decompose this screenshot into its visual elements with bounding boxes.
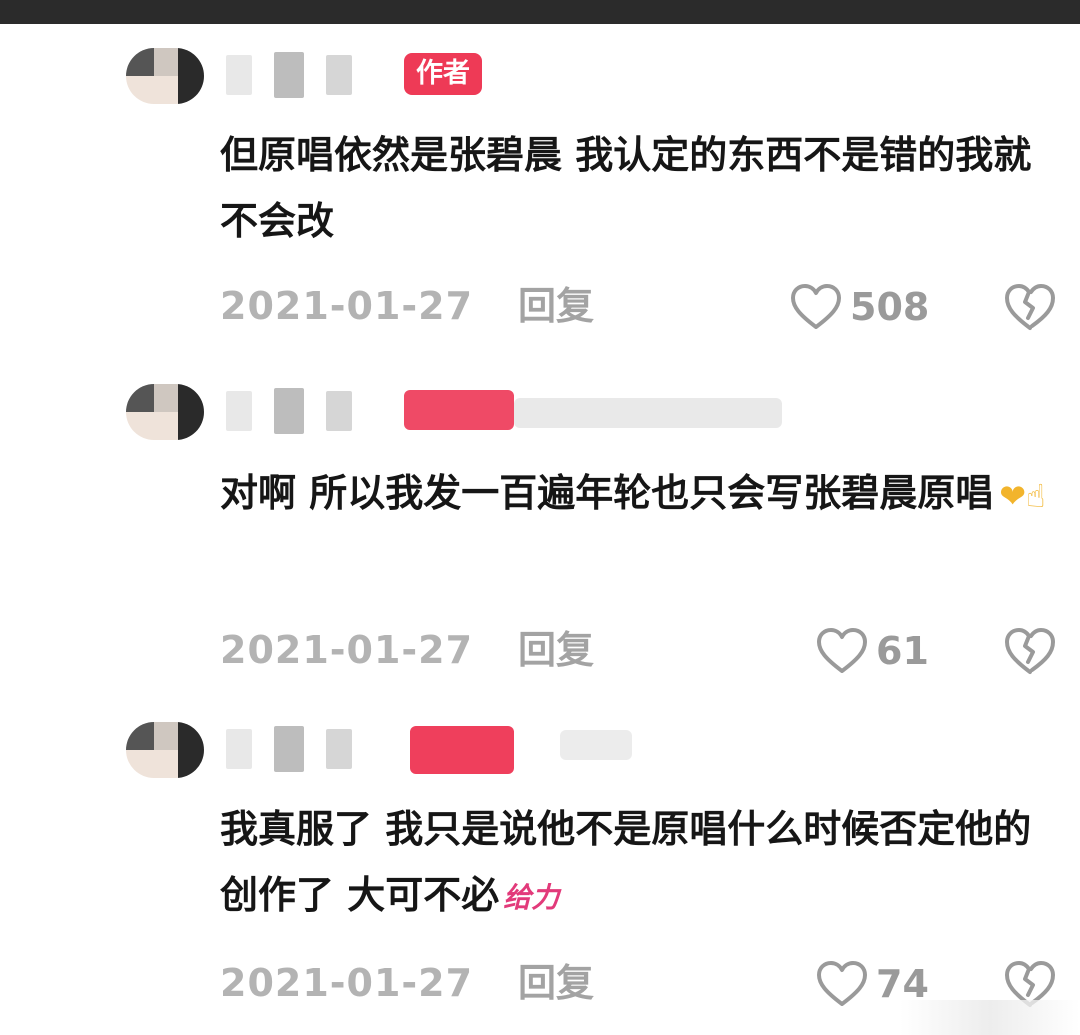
comment-text: 但原唱依然是张碧晨 我认定的东西不是错的我就不会改: [220, 133, 1032, 243]
watermark: [900, 1000, 1080, 1035]
broken-heart-icon[interactable]: [1004, 282, 1056, 332]
like-count: 508: [850, 285, 930, 329]
reply-button[interactable]: 回复: [518, 278, 594, 334]
heart-outline-icon: [817, 961, 867, 1006]
reply-button[interactable]: 回复: [518, 622, 594, 678]
heart-outline-icon: [791, 284, 841, 329]
comment-meta: 2021-01-27 回复 508: [220, 278, 1060, 334]
like-count: 61: [876, 629, 929, 673]
reply-button[interactable]: 回复: [518, 955, 594, 1011]
comment-text: 我真服了 我只是说他不是原唱什么时候否定他的创作了 大可不必 给力: [220, 796, 1050, 931]
status-bar: [0, 0, 1080, 24]
username-redacted[interactable]: [226, 726, 352, 772]
tag-redacted: [514, 398, 782, 428]
comment-date: 2021-01-27: [220, 628, 474, 672]
comment-meta: 2021-01-27 回复 61: [220, 622, 1060, 678]
tag-redacted: [560, 730, 632, 760]
broken-heart-icon[interactable]: [1004, 626, 1056, 676]
avatar[interactable]: [126, 384, 204, 440]
username-redacted[interactable]: [226, 52, 352, 98]
author-badge: 作者: [404, 53, 482, 95]
avatar[interactable]: [126, 48, 204, 104]
heart-hand-emoji: ❤☝: [999, 476, 1046, 515]
comment-date: 2021-01-27: [220, 961, 474, 1005]
username-redacted[interactable]: [226, 388, 352, 434]
like-button[interactable]: 508: [790, 282, 929, 332]
comment-text: 对啊 所以我发一百遍年轮也只会写张碧晨原唱 ❤☝: [220, 460, 1050, 529]
sticker-label: 给力: [503, 880, 560, 914]
like-button[interactable]: 61: [816, 626, 929, 676]
comment-text-body: 我真服了 我只是说他不是原唱什么时候否定他的创作了 大可不必: [220, 807, 1032, 917]
comment-text-body: 对啊 所以我发一百遍年轮也只会写张碧晨原唱: [220, 471, 994, 515]
comment-date: 2021-01-27: [220, 284, 474, 328]
badge-redacted: [404, 390, 514, 430]
badge-redacted: [410, 726, 514, 774]
heart-outline-icon: [817, 628, 867, 673]
avatar[interactable]: [126, 722, 204, 778]
